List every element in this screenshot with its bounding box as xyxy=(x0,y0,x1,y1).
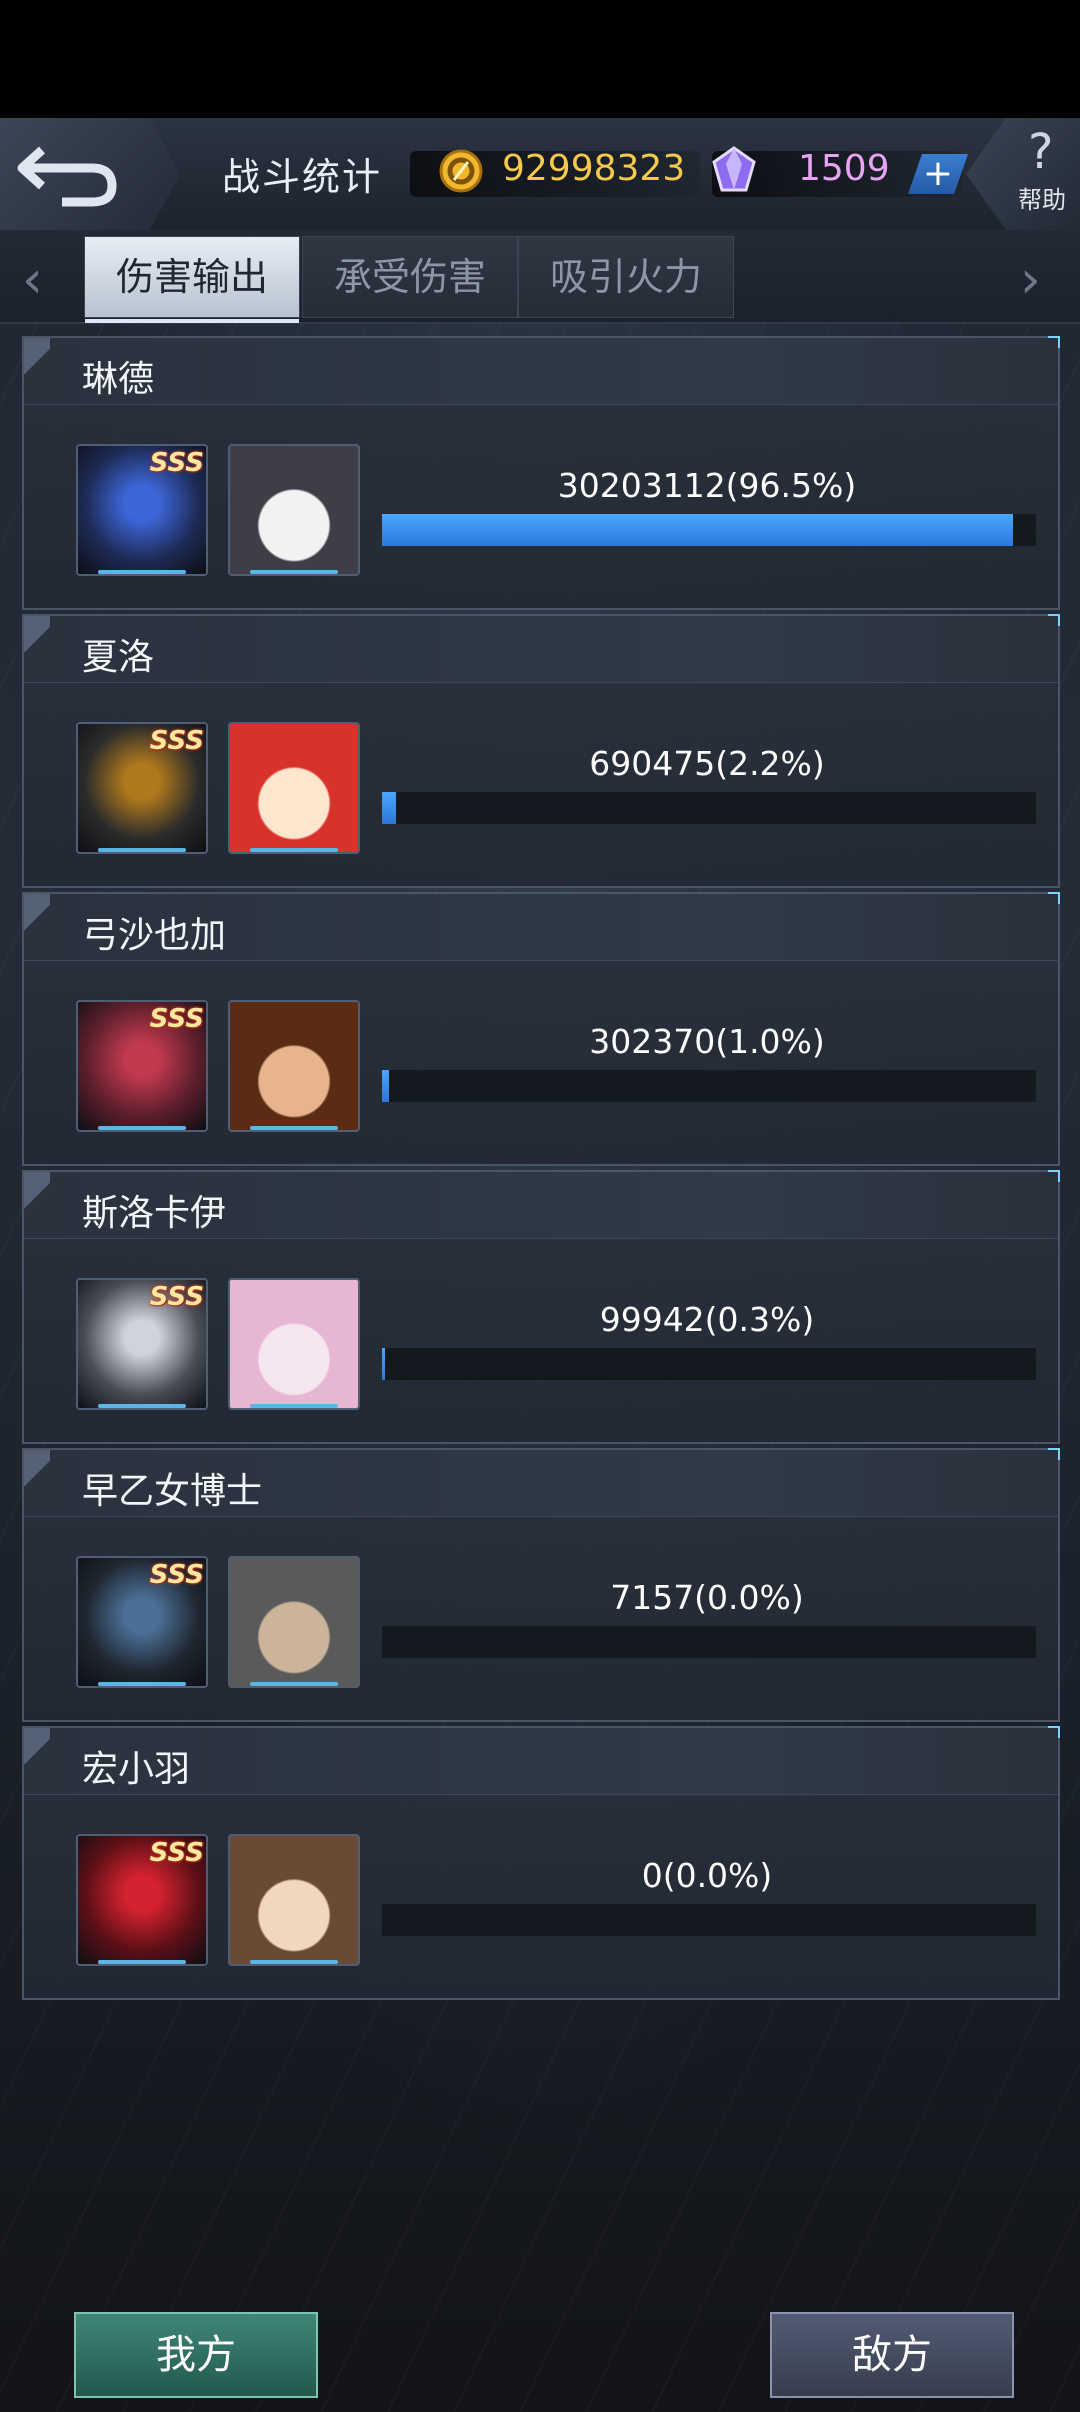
damage-bar-fill xyxy=(382,792,397,824)
damage-bar xyxy=(382,514,1036,546)
page-title: 战斗统计 xyxy=(222,155,383,199)
tab-damage-output[interactable]: 伤害输出 xyxy=(84,236,300,323)
pilot-portrait[interactable] xyxy=(228,1556,360,1688)
rank-badge: SSS xyxy=(149,1560,204,1590)
pilot-portrait[interactable] xyxy=(228,1834,360,1966)
pilot-portrait[interactable] xyxy=(228,1000,360,1132)
damage-bar xyxy=(382,1904,1036,1936)
damage-bar-fill xyxy=(382,1070,389,1102)
pilot-portrait[interactable] xyxy=(228,1278,360,1410)
back-arrow-icon xyxy=(17,146,117,207)
damage-value: 99942(0.3%) xyxy=(599,1300,815,1339)
rank-badge: SSS xyxy=(149,726,204,756)
corner-accent xyxy=(1048,1170,1060,1182)
pilot-portrait[interactable] xyxy=(228,722,360,854)
damage-bar xyxy=(382,1626,1036,1658)
portrait-underline xyxy=(250,1960,338,1964)
corner-accent xyxy=(1048,614,1060,626)
mech-portrait[interactable]: SSS xyxy=(76,1000,208,1132)
enemy-side-button[interactable]: 敌方 xyxy=(770,2312,1014,2398)
damage-value: 7157(0.0%) xyxy=(610,1578,804,1617)
back-button[interactable] xyxy=(0,118,180,230)
damage-value: 0(0.0%) xyxy=(641,1856,773,1895)
coin-count: 92998323 xyxy=(502,148,686,189)
stat-card: 弓沙也加 SSS 302370(1.0%) xyxy=(22,892,1060,1166)
mech-portrait[interactable]: SSS xyxy=(76,722,208,854)
mech-portrait[interactable]: SSS xyxy=(76,1556,208,1688)
stat-card: 琳德 SSS 30203112(96.5%) xyxy=(22,336,1060,610)
corner-accent xyxy=(1048,1726,1060,1738)
pilot-name: 弓沙也加 xyxy=(82,915,227,956)
mech-portrait[interactable]: SSS xyxy=(76,444,208,576)
damage-value: 302370(1.0%) xyxy=(589,1022,825,1061)
coin-icon xyxy=(439,149,483,193)
mech-portrait[interactable]: SSS xyxy=(76,1834,208,1966)
portrait-underline xyxy=(98,1682,186,1686)
our-side-button[interactable]: 我方 xyxy=(74,2312,318,2398)
stat-card: 斯洛卡伊 SSS 99942(0.3%) xyxy=(22,1170,1060,1444)
pilot-name: 夏洛 xyxy=(82,637,155,678)
portrait-underline xyxy=(98,848,186,852)
portrait-underline xyxy=(98,1404,186,1408)
portrait-underline xyxy=(98,570,186,574)
tab-aggro[interactable]: 吸引火力 xyxy=(518,236,734,318)
pilot-name: 早乙女博士 xyxy=(82,1471,263,1512)
damage-bar xyxy=(382,1070,1036,1102)
damage-bar xyxy=(382,1348,1036,1380)
stat-card: 夏洛 SSS 690475(2.2%) xyxy=(22,614,1060,888)
portrait-underline xyxy=(250,848,338,852)
portrait-underline xyxy=(250,1404,338,1408)
damage-value: 690475(2.2%) xyxy=(589,744,825,783)
rank-badge: SSS xyxy=(149,1004,204,1034)
pilot-name: 琳德 xyxy=(82,359,155,400)
pilot-portrait[interactable] xyxy=(228,444,360,576)
pilot-name: 宏小羽 xyxy=(82,1749,191,1790)
portrait-underline xyxy=(250,1682,338,1686)
tab-next-icon[interactable]: › xyxy=(1020,254,1041,306)
portrait-underline xyxy=(250,1126,338,1130)
top-bar: 战斗统计 92998323 1509 + ? 帮助 xyxy=(0,118,1080,232)
damage-value: 30203112(96.5%) xyxy=(557,466,857,505)
tab-damage-taken[interactable]: 承受伤害 xyxy=(302,236,518,318)
damage-bar-fill xyxy=(382,514,1014,546)
damage-bar-fill xyxy=(382,1348,385,1380)
corner-accent xyxy=(1048,892,1060,904)
portrait-underline xyxy=(250,570,338,574)
mech-portrait[interactable]: SSS xyxy=(76,1278,208,1410)
pilot-name: 斯洛卡伊 xyxy=(82,1193,227,1234)
stat-card: 早乙女博士 SSS 7157(0.0%) xyxy=(22,1448,1060,1722)
portrait-underline xyxy=(98,1960,186,1964)
rank-badge: SSS xyxy=(149,1838,204,1868)
tab-prev-icon[interactable]: ‹ xyxy=(22,254,43,306)
card-header xyxy=(24,616,1058,683)
corner-accent xyxy=(1048,336,1060,348)
rank-badge: SSS xyxy=(149,448,204,478)
stat-card: 宏小羽 SSS 0(0.0%) xyxy=(22,1726,1060,2000)
help-label: 帮助 xyxy=(1018,186,1066,214)
portrait-underline xyxy=(98,1126,186,1130)
damage-bar xyxy=(382,792,1036,824)
rank-badge: SSS xyxy=(149,1282,204,1312)
card-header xyxy=(24,338,1058,405)
gem-icon xyxy=(712,146,756,192)
help-icon: ? xyxy=(1028,124,1054,180)
corner-accent xyxy=(1048,1448,1060,1460)
gem-count: 1509 xyxy=(798,148,890,189)
